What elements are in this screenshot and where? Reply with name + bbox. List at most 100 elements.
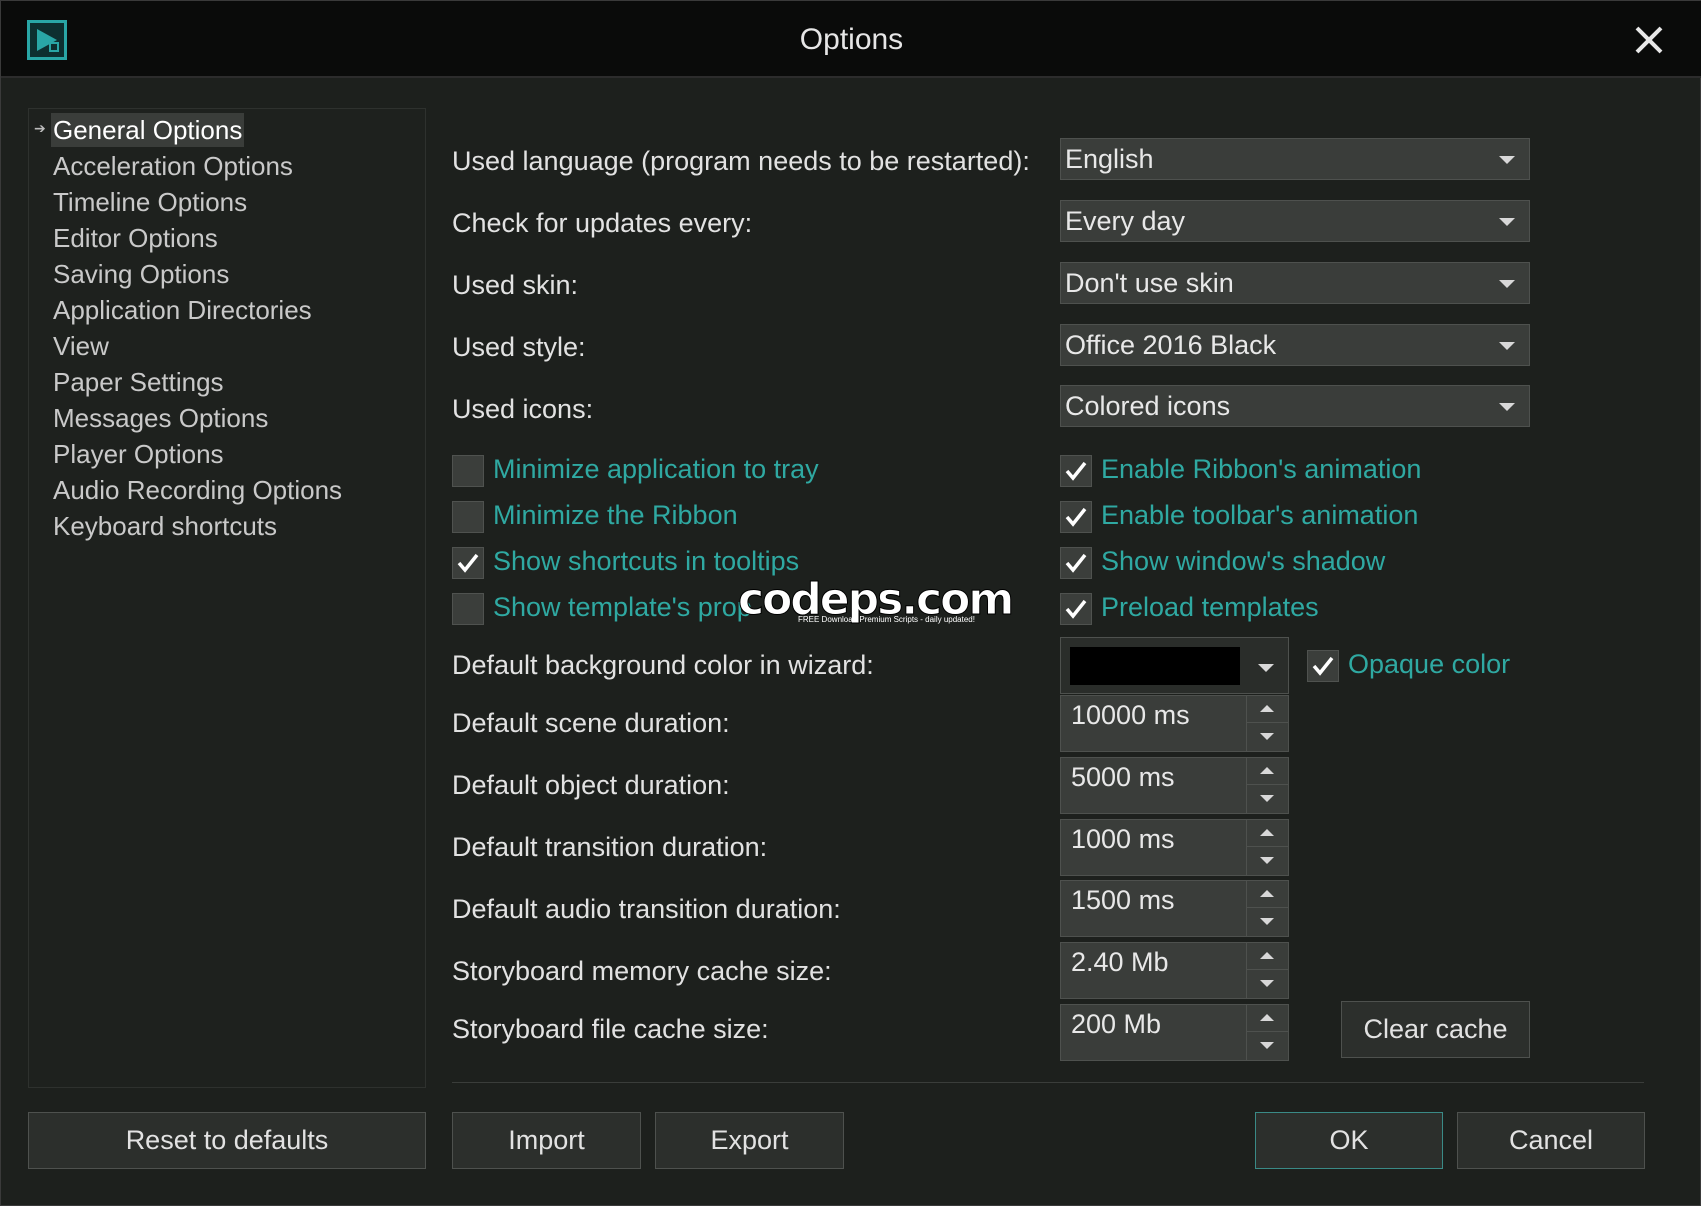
spin-up-icon[interactable]	[1247, 943, 1288, 970]
watermark-subtext: FREE Download Premium Scripts - daily up…	[798, 615, 975, 624]
checkmark-icon	[1065, 599, 1087, 619]
style-select-value: Office 2016 Black	[1065, 330, 1277, 360]
icons-select-value: Colored icons	[1065, 391, 1231, 421]
nav-item-messages-options[interactable]: Messages Options	[51, 401, 270, 435]
color-swatch	[1070, 647, 1240, 685]
nav-item-keyboard-shortcuts[interactable]: Keyboard shortcuts	[51, 509, 279, 543]
spin-down-icon[interactable]	[1247, 786, 1288, 813]
spin-down-icon[interactable]	[1247, 848, 1288, 875]
spinner-buttons	[1246, 758, 1288, 813]
cancel-button[interactable]: Cancel	[1457, 1112, 1645, 1169]
audio-transition-duration-value[interactable]: 1500 ms	[1071, 885, 1175, 916]
bg-color-label: Default background color in wizard:	[452, 650, 874, 680]
spinner-buttons	[1246, 1005, 1288, 1060]
chevron-down-icon	[1258, 664, 1274, 672]
chevron-down-icon	[1499, 280, 1515, 288]
scene-duration-value[interactable]: 10000 ms	[1071, 700, 1190, 731]
nav-item-audio-recording-options[interactable]: Audio Recording Options	[51, 473, 344, 507]
spin-up-icon[interactable]	[1247, 820, 1288, 847]
spinner-buttons	[1246, 696, 1288, 751]
language-select[interactable]: English	[1060, 138, 1530, 180]
nav-item-view[interactable]: View	[51, 329, 111, 363]
checkbox-box	[1060, 593, 1092, 625]
language-select-value: English	[1065, 144, 1154, 174]
audio-transition-duration-label: Default audio transition duration:	[452, 894, 841, 924]
spinner-buttons	[1246, 820, 1288, 875]
icons-select[interactable]: Colored icons	[1060, 385, 1530, 427]
nav-item-general-options[interactable]: General Options	[51, 113, 245, 147]
options-dialog: Options ➔ General Options Acceleration O…	[0, 0, 1701, 1206]
transition-duration-label: Default transition duration:	[452, 832, 768, 862]
reset-to-defaults-button[interactable]: Reset to defaults	[28, 1112, 426, 1169]
spin-up-icon[interactable]	[1247, 758, 1288, 785]
checkbox-box	[1060, 547, 1092, 579]
checkbox-box	[1060, 501, 1092, 533]
audio-transition-duration-spinner[interactable]: 1500 ms	[1060, 880, 1289, 937]
file-cache-spinner[interactable]: 200 Mb	[1060, 1004, 1289, 1061]
transition-duration-value[interactable]: 1000 ms	[1071, 824, 1175, 855]
checkmark-icon	[1065, 461, 1087, 481]
nav-item-editor-options[interactable]: Editor Options	[51, 221, 220, 255]
spin-up-icon[interactable]	[1247, 1005, 1288, 1032]
footer-divider	[452, 1082, 1644, 1083]
scene-duration-label: Default scene duration:	[452, 708, 730, 738]
checkbox-label: Preload templates	[1101, 592, 1319, 622]
clear-cache-button[interactable]: Clear cache	[1341, 1001, 1530, 1058]
style-label: Used style:	[452, 332, 586, 362]
export-button[interactable]: Export	[655, 1112, 844, 1169]
bg-color-picker[interactable]	[1060, 637, 1289, 694]
file-cache-value[interactable]: 200 Mb	[1071, 1009, 1161, 1040]
nav-item-timeline-options[interactable]: Timeline Options	[51, 185, 249, 219]
spin-up-icon[interactable]	[1247, 881, 1288, 908]
transition-duration-spinner[interactable]: 1000 ms	[1060, 819, 1289, 876]
nav-item-player-options[interactable]: Player Options	[51, 437, 226, 471]
watermark-text: codeps.com	[737, 574, 1014, 626]
spin-up-icon[interactable]	[1247, 696, 1288, 723]
skin-select[interactable]: Don't use skin	[1060, 262, 1530, 304]
close-icon[interactable]	[1630, 21, 1668, 59]
language-label: Used language (program needs to be resta…	[452, 146, 1030, 176]
chevron-down-icon	[1499, 218, 1515, 226]
checkbox-label: Show shortcuts in tooltips	[493, 546, 800, 576]
memory-cache-value[interactable]: 2.40 Mb	[1071, 947, 1169, 978]
checkbox-label: Enable toolbar's animation	[1101, 500, 1419, 530]
checkbox-label: Show window's shadow	[1101, 546, 1386, 576]
checkbox-box	[452, 547, 484, 579]
object-duration-label: Default object duration:	[452, 770, 730, 800]
nav-item-application-directories[interactable]: Application Directories	[51, 293, 314, 327]
checkbox-label: Minimize application to tray	[493, 454, 819, 484]
spinner-buttons	[1246, 943, 1288, 998]
scene-duration-spinner[interactable]: 10000 ms	[1060, 695, 1289, 752]
checkmark-icon	[1065, 507, 1087, 527]
nav-item-saving-options[interactable]: Saving Options	[51, 257, 231, 291]
memory-cache-spinner[interactable]: 2.40 Mb	[1060, 942, 1289, 999]
skin-label: Used skin:	[452, 270, 579, 300]
selected-arrow-icon: ➔	[34, 120, 46, 136]
chevron-down-icon	[1499, 403, 1515, 411]
spin-down-icon[interactable]	[1247, 971, 1288, 998]
updates-select-value: Every day	[1065, 206, 1186, 236]
object-duration-spinner[interactable]: 5000 ms	[1060, 757, 1289, 814]
chevron-down-icon	[1499, 156, 1515, 164]
file-cache-label: Storyboard file cache size:	[452, 1014, 769, 1044]
import-button[interactable]: Import	[452, 1112, 641, 1169]
checkmark-icon	[1065, 553, 1087, 573]
spin-down-icon[interactable]	[1247, 724, 1288, 751]
checkbox-box	[452, 593, 484, 625]
spinner-buttons	[1246, 881, 1288, 936]
object-duration-value[interactable]: 5000 ms	[1071, 762, 1175, 793]
checkbox-label: Minimize the Ribbon	[493, 500, 738, 530]
spin-down-icon[interactable]	[1247, 1033, 1288, 1060]
ok-button[interactable]: OK	[1255, 1112, 1443, 1169]
spin-down-icon[interactable]	[1247, 909, 1288, 936]
nav-item-paper-settings[interactable]: Paper Settings	[51, 365, 226, 399]
style-select[interactable]: Office 2016 Black	[1060, 324, 1530, 366]
options-category-list: ➔ General Options Acceleration Options T…	[28, 108, 426, 1088]
checkmark-icon	[457, 553, 479, 573]
nav-item-acceleration-options[interactable]: Acceleration Options	[51, 149, 295, 183]
icons-label: Used icons:	[452, 394, 594, 424]
checkbox-box	[1060, 455, 1092, 487]
updates-label: Check for updates every:	[452, 208, 753, 238]
checkbox-label: Show template's prop	[493, 592, 752, 622]
updates-select[interactable]: Every day	[1060, 200, 1530, 242]
